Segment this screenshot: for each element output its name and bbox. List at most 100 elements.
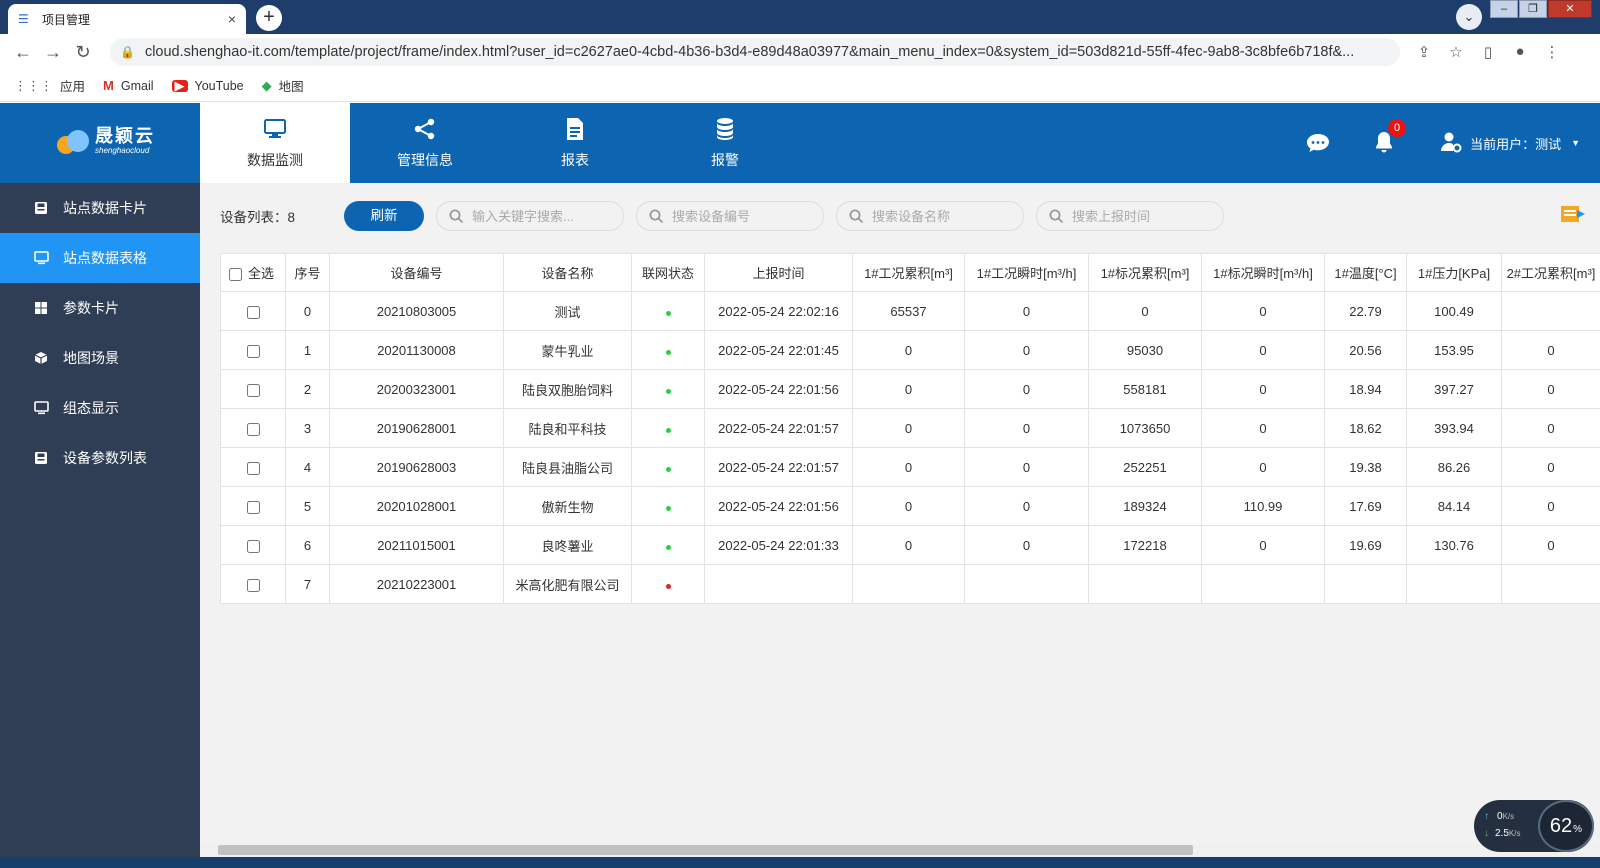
back-arrow-icon[interactable]: ← bbox=[8, 42, 38, 63]
table-cell: 0 bbox=[964, 525, 1089, 565]
table-cell: 2022-05-24 22:01:45 bbox=[704, 330, 853, 370]
sidebar-item-param-cards[interactable]: 参数卡片 bbox=[0, 283, 200, 333]
nav-management-info[interactable]: 管理信息 bbox=[350, 103, 500, 183]
browser-tab[interactable]: ☰ 项目管理 × bbox=[8, 4, 246, 34]
chat-icon[interactable] bbox=[1306, 133, 1330, 153]
column-header[interactable]: 设备名称 bbox=[503, 253, 632, 292]
row-checkbox[interactable] bbox=[246, 422, 260, 436]
device-code-search-input[interactable] bbox=[672, 208, 812, 224]
table-cell: 0 bbox=[1501, 369, 1600, 409]
column-header[interactable]: 1#标况累积[m³] bbox=[1088, 253, 1202, 292]
column-header[interactable]: 1#压力[KPa] bbox=[1406, 253, 1502, 292]
column-header[interactable]: 1#工况累积[m³] bbox=[852, 253, 965, 292]
column-header[interactable]: 上报时间 bbox=[704, 253, 853, 292]
export-excel-icon[interactable] bbox=[1560, 204, 1586, 224]
column-header[interactable]: 2#工况累积[m³] bbox=[1501, 253, 1600, 292]
network-speed-widget[interactable]: ↑ 0K/s ↓ 2.5K/s 62% bbox=[1474, 800, 1594, 852]
row-checkbox[interactable] bbox=[246, 344, 260, 358]
nav-data-monitoring[interactable]: 数据监测 bbox=[200, 103, 350, 183]
status-dot-icon bbox=[665, 544, 671, 550]
network-status-cell bbox=[631, 330, 705, 370]
nav-alarms[interactable]: 报警 bbox=[650, 103, 800, 183]
column-header[interactable]: 序号 bbox=[285, 253, 330, 292]
table-row[interactable]: 3 20190628001 陆良和平科技 2022-05-24 22:01:57 0 0 1… bbox=[220, 408, 1600, 448]
column-header[interactable]: 联网状态 bbox=[631, 253, 705, 292]
sidebar-item-station-cards[interactable]: 站点数据卡片 bbox=[0, 183, 200, 233]
refresh-button[interactable]: 刷新 bbox=[344, 201, 424, 231]
table-cell: 95030 bbox=[1088, 330, 1202, 370]
tab-search-icon[interactable]: ⌄ bbox=[1456, 4, 1482, 30]
table-cell: 0 bbox=[1201, 330, 1325, 370]
caret-down-icon: ▼ bbox=[1571, 138, 1580, 148]
table-cell: 4 bbox=[285, 447, 330, 487]
profile-avatar-icon[interactable]: ● bbox=[1504, 43, 1536, 61]
bookmark-apps[interactable]: ⋮⋮⋮ 应用 bbox=[14, 76, 85, 95]
status-dot-icon bbox=[665, 505, 671, 511]
network-status-cell bbox=[631, 486, 705, 526]
table-cell: 20211015001 bbox=[329, 525, 504, 565]
forward-arrow-icon[interactable]: → bbox=[38, 42, 68, 63]
table-cell: 5 bbox=[285, 486, 330, 526]
column-header[interactable]: 1#工况瞬时[m³/h] bbox=[964, 253, 1089, 292]
close-tab-icon[interactable]: × bbox=[228, 11, 236, 27]
sidebar-item-device-params[interactable]: 设备参数列表 bbox=[0, 433, 200, 483]
minimize-icon[interactable]: – bbox=[1490, 0, 1518, 18]
row-select-cell bbox=[220, 564, 286, 604]
bookmark-youtube[interactable]: ▶ YouTube bbox=[171, 79, 244, 93]
column-header[interactable]: 1#标况瞬时[m³/h] bbox=[1201, 253, 1325, 292]
scrollbar-thumb[interactable] bbox=[218, 845, 1193, 855]
row-checkbox[interactable] bbox=[246, 305, 260, 319]
upload-unit: K/s bbox=[1502, 812, 1515, 821]
bookmark-star-icon[interactable]: ☆ bbox=[1440, 43, 1472, 61]
header-actions: 0 当前用户：测试 ▼ bbox=[1306, 103, 1600, 183]
network-status-cell bbox=[631, 369, 705, 409]
reload-icon[interactable]: ↻ bbox=[68, 42, 98, 63]
report-time-search-input[interactable] bbox=[1072, 208, 1212, 224]
row-checkbox[interactable] bbox=[246, 539, 260, 553]
table-row[interactable]: 6 20211015001 良咚薯业 2022-05-24 22:01:33 0 0 172… bbox=[220, 525, 1600, 565]
row-checkbox[interactable] bbox=[246, 500, 260, 514]
row-checkbox[interactable] bbox=[246, 578, 260, 592]
row-checkbox[interactable] bbox=[246, 383, 260, 397]
share-icon[interactable]: ⇪ bbox=[1408, 43, 1440, 61]
nav-reports[interactable]: 报表 bbox=[500, 103, 650, 183]
sidebar-item-scada-display[interactable]: 组态显示 bbox=[0, 383, 200, 433]
lock-icon: 🔒 bbox=[120, 45, 135, 59]
table-row[interactable]: 0 20210803005 测试 2022-05-24 22:02:16 65537 0 0… bbox=[220, 291, 1600, 331]
sidebar-item-station-table[interactable]: 站点数据表格 bbox=[0, 233, 200, 283]
browser-menu-icon[interactable]: ⋮ bbox=[1536, 43, 1568, 61]
table-row[interactable]: 4 20190628003 陆良县油脂公司 2022-05-24 22:01:57 0 0… bbox=[220, 447, 1600, 487]
status-dot-icon bbox=[665, 388, 671, 394]
row-checkbox[interactable] bbox=[246, 461, 260, 475]
table-cell: 0 bbox=[1201, 447, 1325, 487]
table-row[interactable]: 7 20210223001 米高化肥有限公司 bbox=[220, 564, 1600, 604]
column-header[interactable]: 设备编号 bbox=[329, 253, 504, 292]
device-name-search-input[interactable] bbox=[872, 208, 1012, 224]
table-row[interactable]: 1 20201130008 蒙牛乳业 2022-05-24 22:01:45 0 0 950… bbox=[220, 330, 1600, 370]
current-user-menu[interactable]: 当前用户：测试 ▼ bbox=[1440, 131, 1580, 156]
table-row[interactable]: 2 20200323001 陆良双胞胎饲料 2022-05-24 22:01:56 0 0… bbox=[220, 369, 1600, 409]
url-field[interactable]: 🔒 cloud.shenghao-it.com/template/project… bbox=[110, 38, 1400, 66]
table-row[interactable]: 5 20201028001 傲新生物 2022-05-24 22:01:56 0 0 189… bbox=[220, 486, 1600, 526]
side-panel-icon[interactable]: ▯ bbox=[1472, 43, 1504, 61]
search-icon bbox=[449, 209, 464, 224]
table-cell bbox=[964, 564, 1089, 604]
table-cell: 397.27 bbox=[1406, 369, 1502, 409]
keyword-search-input[interactable] bbox=[472, 208, 612, 224]
cloud-logo-icon bbox=[55, 128, 91, 154]
restore-icon[interactable]: ❐ bbox=[1519, 0, 1547, 18]
select-all-checkbox[interactable] bbox=[229, 268, 242, 282]
notification-bell-icon[interactable]: 0 bbox=[1374, 118, 1407, 156]
table-cell: 18.94 bbox=[1324, 369, 1407, 409]
window-close-icon[interactable]: ✕ bbox=[1548, 0, 1592, 18]
apps-grid-icon: ⋮⋮⋮ bbox=[14, 77, 53, 93]
sidebar-item-map-scene[interactable]: 地图场景 bbox=[0, 333, 200, 383]
select-all-label: 全选 bbox=[248, 266, 275, 281]
new-tab-button[interactable]: + bbox=[256, 5, 282, 31]
table-cell: 20201130008 bbox=[329, 330, 504, 370]
column-header[interactable]: 1#温度[°C] bbox=[1324, 253, 1407, 292]
brand-logo[interactable]: 晟颖云 shenghaocloud bbox=[55, 127, 155, 155]
bookmark-gmail[interactable]: M Gmail bbox=[103, 78, 154, 93]
bookmark-maps[interactable]: ◆ 地图 bbox=[262, 76, 304, 95]
row-select-cell bbox=[220, 525, 286, 565]
